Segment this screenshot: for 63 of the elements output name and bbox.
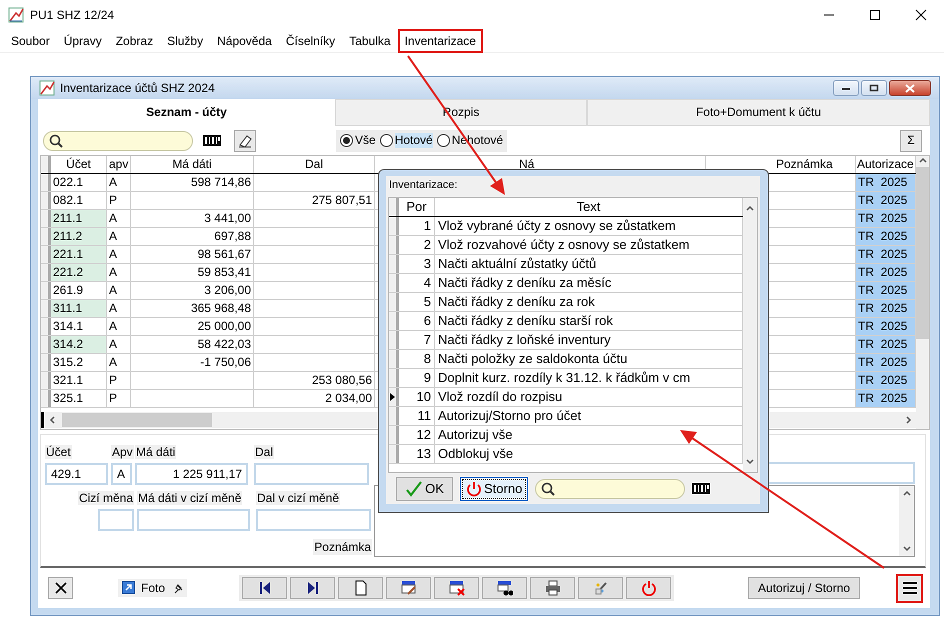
- table-cell: A: [107, 174, 131, 191]
- window-title: PU1 SHZ 12/24: [30, 8, 114, 22]
- table-cell: P: [107, 192, 131, 209]
- table-cell: TR 2025: [856, 246, 916, 263]
- table-cell: 314.2: [51, 336, 107, 353]
- table-cell: TR 2025: [856, 336, 916, 353]
- table-cell: -1 750,06: [131, 354, 254, 371]
- table-cell: A: [107, 246, 131, 263]
- field-label: Má dáti: [135, 445, 176, 459]
- table-cell: A: [107, 318, 131, 335]
- table-cell: 314.1: [51, 318, 107, 335]
- table-cell: A: [107, 354, 131, 371]
- table-cell: A: [107, 228, 131, 245]
- table-cell: 325.1: [51, 390, 107, 407]
- table-cell: 211.1: [51, 210, 107, 227]
- field-label: Má dáti v cizí měně: [137, 491, 242, 505]
- table-cell: A: [107, 210, 131, 227]
- field-label: Dal: [254, 445, 274, 459]
- dialog-title: Inventarizace:: [388, 178, 458, 193]
- table-cell: 58 422,03: [131, 336, 254, 353]
- table-cell: TR 2025: [856, 192, 916, 209]
- table-cell: 261.9: [51, 282, 107, 299]
- table-cell: TR 2025: [856, 282, 916, 299]
- table-cell: 221.2: [51, 264, 107, 281]
- table-cell: 022.1: [51, 174, 107, 191]
- table-cell: TR 2025: [856, 390, 916, 407]
- table-cell: 221.1: [51, 246, 107, 263]
- field-label: Poznámka: [313, 539, 372, 555]
- table-cell: 082.1: [51, 192, 107, 209]
- table-cell: 2 034,00: [254, 390, 375, 407]
- table-cell: TR 2025: [856, 354, 916, 371]
- table-cell: TR 2025: [856, 210, 916, 227]
- field-label: Účet: [45, 445, 72, 459]
- table-cell: A: [107, 282, 131, 299]
- table-cell: 697,88: [131, 228, 254, 245]
- table-cell: A: [107, 300, 131, 317]
- table-cell: 315.2: [51, 354, 107, 371]
- table-cell: 598 714,86: [131, 174, 254, 191]
- table-cell: P: [107, 372, 131, 389]
- table-cell: P: [107, 390, 131, 407]
- table-cell: 321.1: [51, 372, 107, 389]
- table-cell: 3 206,00: [131, 282, 254, 299]
- window-title: Inventarizace účtů SHZ 2024: [60, 80, 215, 96]
- table-cell: A: [107, 264, 131, 281]
- table-cell: TR 2025: [856, 300, 916, 317]
- table-cell: A: [107, 336, 131, 353]
- table-cell: TR 2025: [856, 228, 916, 245]
- table-cell: TR 2025: [856, 318, 916, 335]
- table-cell: 59 853,41: [131, 264, 254, 281]
- field-label: Apv: [111, 445, 134, 459]
- table-cell: 25 000,00: [131, 318, 254, 335]
- field-label: Dal v cizí měně: [256, 491, 340, 505]
- field-label: Cizí měna: [78, 491, 134, 505]
- table-cell: 275 807,51: [254, 192, 375, 209]
- table-cell: 365 968,48: [131, 300, 254, 317]
- table-cell: TR 2025: [856, 264, 916, 281]
- table-cell: 211.2: [51, 228, 107, 245]
- table-cell: TR 2025: [856, 174, 916, 191]
- table-cell: 311.1: [51, 300, 107, 317]
- table-cell: 3 441,00: [131, 210, 254, 227]
- table-cell: 98 561,67: [131, 246, 254, 263]
- table-cell: 253 080,56: [254, 372, 375, 389]
- table-cell: TR 2025: [856, 372, 916, 389]
